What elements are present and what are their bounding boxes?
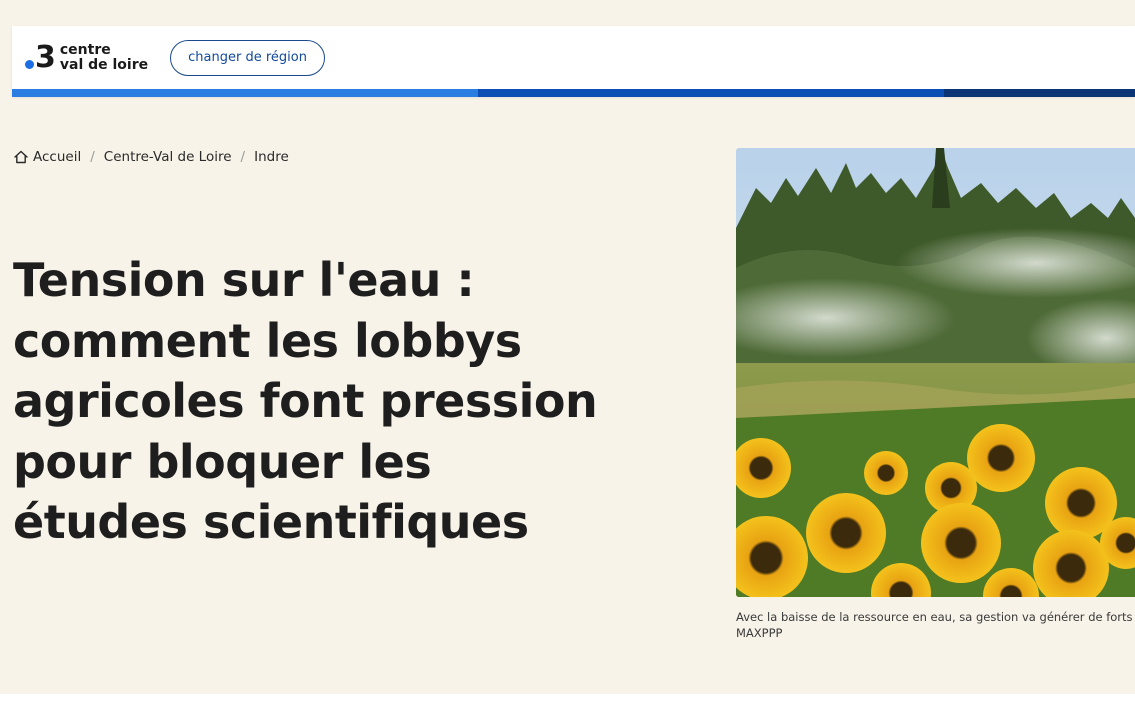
breadcrumb-item-department[interactable]: Indre (254, 149, 289, 165)
breadcrumb: Accueil / Centre-Val de Loire / Indre (13, 149, 289, 165)
logo-region-text: centre val de loire (59, 41, 149, 73)
header-color-stripe (12, 89, 1135, 97)
breadcrumb-item-accueil[interactable]: Accueil (33, 149, 81, 165)
article-title: Tension sur l'eau : comment les lobbys a… (13, 253, 598, 549)
breadcrumb-separator: / (90, 149, 95, 165)
stripe-segment-light (12, 89, 478, 97)
logo-line-2: val de loire (59, 56, 149, 73)
header-content: 3 centre val de loire changer de région (12, 26, 1135, 89)
image-credit: MAXPPP (736, 626, 783, 640)
stripe-segment-mid (478, 89, 944, 97)
page-bottom-band (0, 694, 1135, 728)
logo-line-1: centre (59, 41, 111, 58)
caption-text: Avec la baisse de la ressource en eau, s… (736, 610, 1133, 624)
logo-dot (25, 60, 34, 69)
site-header: 3 centre val de loire changer de région (12, 26, 1135, 97)
stripe-segment-dark (944, 89, 1135, 97)
logo-number: 3 (35, 39, 56, 75)
change-region-button[interactable]: changer de région (170, 39, 325, 76)
image-caption: Avec la baisse de la ressource en eau, s… (736, 609, 1135, 641)
breadcrumb-item-region[interactable]: Centre-Val de Loire (104, 149, 232, 165)
france3-logo[interactable]: 3 centre val de loire (25, 38, 148, 78)
article-image (736, 148, 1135, 597)
sunflower-irrigation-photo (736, 148, 1135, 597)
breadcrumb-separator: / (240, 149, 246, 165)
home-icon[interactable] (13, 149, 29, 165)
